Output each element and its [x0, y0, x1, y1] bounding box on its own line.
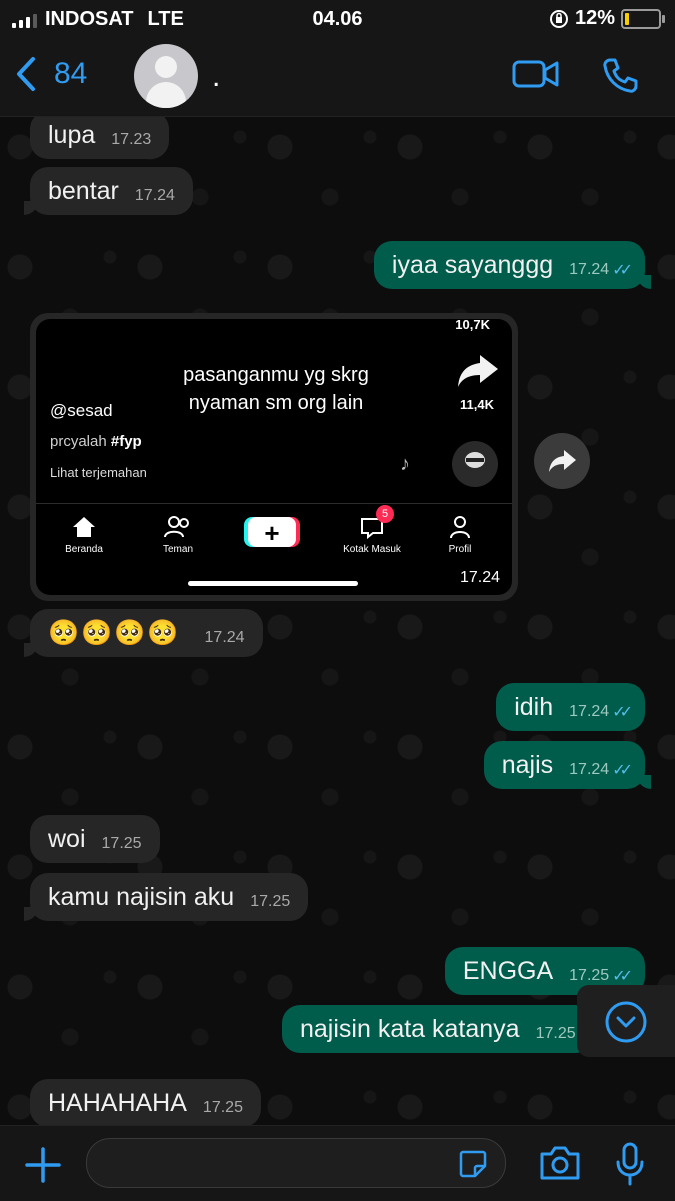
tiktok-home-tab: Beranda — [64, 515, 104, 555]
video-caption: pasanganmu yg skrg nyaman sm org lain — [166, 361, 386, 417]
home-indicator — [188, 581, 358, 586]
video-share-count: 11,4K — [460, 397, 494, 412]
share-arrow-icon — [458, 355, 498, 387]
message-text: bentar — [48, 176, 119, 205]
video-username: @sesad — [50, 401, 113, 420]
message-bubble-out[interactable]: najisin kata katanya 17.25 — [282, 1005, 600, 1053]
message-text: iyaa sayanggg — [391, 250, 554, 279]
microphone-icon[interactable] — [614, 1142, 646, 1186]
translate-link: Lihat terjemahan — [50, 465, 147, 480]
rotation-lock-icon — [549, 9, 568, 28]
read-receipt-icon: ✓✓ — [612, 968, 633, 985]
music-disc-icon — [452, 441, 498, 487]
unread-count: 84 — [54, 57, 88, 90]
media-time: 17.24 — [459, 569, 500, 586]
status-bar: INDOSAT LTE 04.06 12% — [0, 0, 675, 38]
message-input-bar — [0, 1125, 675, 1201]
battery-icon — [621, 8, 665, 29]
message-text: idih — [514, 692, 554, 721]
profile-label: Profil — [448, 544, 472, 555]
video-call-icon[interactable] — [512, 56, 560, 92]
friends-label: Teman — [162, 544, 193, 555]
message-time: 17.23 — [111, 131, 152, 148]
hashtag: #fyp — [110, 433, 142, 450]
video-description: prcyalah #fyp — [50, 433, 142, 450]
video-like-count: 10,7K — [455, 319, 490, 332]
tiktok-create-button: + — [248, 517, 296, 548]
message-time: 17.25 — [101, 835, 142, 852]
image-message[interactable]: 10,7K pasanganmu yg skrg nyaman sm org l… — [30, 313, 518, 601]
message-text: woi — [48, 824, 86, 853]
message-bubble-in[interactable]: bentar 17.24 — [24, 167, 193, 215]
message-text: najisin kata katanya — [300, 1014, 520, 1043]
read-receipt-icon: ✓✓ — [612, 762, 633, 779]
plus-icon[interactable] — [24, 1146, 62, 1184]
forward-icon — [549, 450, 576, 472]
chevron-left-icon — [17, 57, 35, 91]
tiktok-inbox-tab: Kotak Masuk 5 — [332, 505, 412, 555]
message-time: 17.24 — [569, 261, 610, 278]
camera-icon[interactable] — [538, 1144, 582, 1182]
battery-percent: 12% — [574, 7, 615, 29]
message-bubble-in[interactable]: kamu najisin aku 17.25 — [23, 873, 309, 921]
message-bubble-in[interactable]: lupa 17.23 — [30, 117, 170, 159]
scroll-to-bottom-button[interactable] — [577, 985, 675, 1057]
message-text: HAHAHAHA — [48, 1088, 187, 1117]
message-time: 17.24 — [569, 761, 610, 778]
inbox-badge: 5 — [376, 505, 394, 523]
forward-button[interactable] — [534, 433, 590, 489]
message-time: 17.24 — [134, 187, 175, 204]
message-text: 🥺🥺🥺🥺 — [48, 618, 181, 647]
battery-info: 12% — [549, 7, 665, 30]
message-bubble-in[interactable]: 🥺🥺🥺🥺 17.24 — [24, 609, 263, 657]
profile-icon — [450, 516, 470, 539]
tiktok-friends-tab: Teman — [158, 515, 198, 555]
caption-line-2: nyaman sm org lain — [188, 392, 364, 414]
message-bubble-out[interactable]: iyaa sayanggg 17.24 ✓✓ — [373, 241, 652, 289]
message-text: kamu najisin aku — [48, 882, 235, 911]
avatar[interactable] — [134, 44, 198, 108]
description-text: prcyalah — [50, 433, 107, 450]
message-input[interactable] — [86, 1138, 506, 1188]
message-text: ENGGA — [462, 956, 554, 985]
tiktok-profile-tab: Profil — [440, 515, 480, 555]
home-label: Beranda — [65, 544, 103, 555]
message-time: 17.24 — [569, 703, 610, 720]
read-receipt-icon: ✓✓ — [612, 704, 633, 721]
read-receipt-icon: ✓✓ — [612, 262, 633, 279]
inbox-label: Kotak Masuk — [343, 544, 401, 555]
message-time: 17.25 — [202, 1099, 243, 1116]
chevron-down-icon — [605, 1001, 647, 1043]
tiktok-screenshot: 10,7K pasanganmu yg skrg nyaman sm org l… — [36, 319, 512, 595]
message-bubble-out[interactable]: idih 17.24 ✓✓ — [496, 683, 645, 731]
back-button[interactable]: 84 — [14, 56, 87, 92]
caption-line-1: pasanganmu yg skrg — [183, 364, 369, 386]
message-time: 17.25 — [535, 1025, 576, 1042]
home-icon — [73, 517, 95, 537]
message-bubble-in[interactable]: woi 17.25 — [30, 815, 160, 863]
music-note-icon: ♪ — [400, 453, 410, 475]
message-bubble-out[interactable]: najis 17.24 ✓✓ — [483, 741, 652, 789]
contact-name[interactable]: . — [212, 60, 220, 94]
friends-icon — [164, 516, 189, 538]
message-bubble-in[interactable]: HAHAHAHA 17.25 — [30, 1079, 261, 1125]
chat-area[interactable]: lupa 17.23 bentar 17.24 iyaa sayanggg 17… — [0, 117, 675, 1125]
message-time: 17.25 — [250, 893, 291, 910]
phone-call-icon[interactable] — [600, 56, 640, 96]
message-time: 17.25 — [569, 967, 610, 984]
message-time: 17.24 — [204, 629, 245, 646]
chat-header: 84 . — [0, 38, 675, 117]
sticker-icon[interactable] — [457, 1148, 489, 1180]
plus-icon: + — [264, 518, 280, 548]
message-text: lupa — [48, 120, 96, 149]
message-text: najis — [501, 750, 554, 779]
